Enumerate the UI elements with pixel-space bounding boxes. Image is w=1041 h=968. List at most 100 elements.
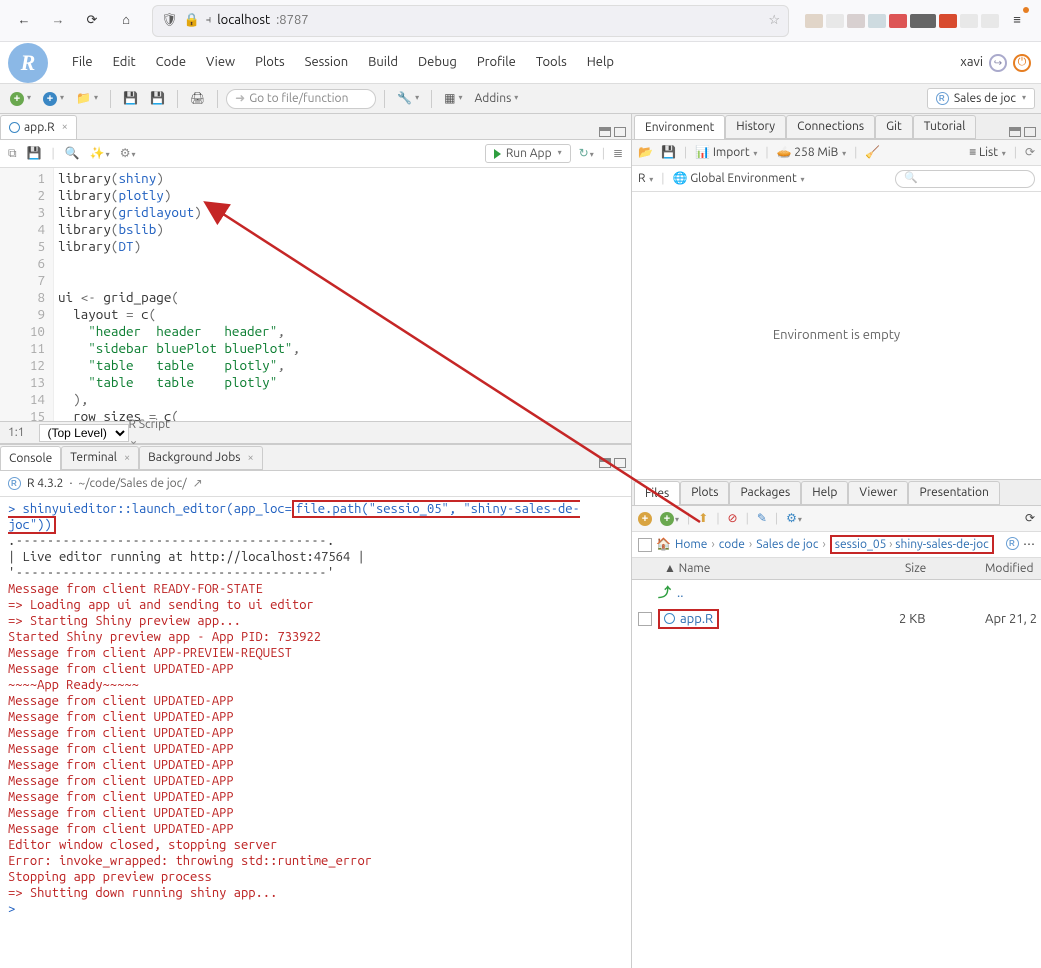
broom-icon[interactable]: 🧹	[865, 145, 880, 161]
open-recent-button[interactable]: 📁▾	[72, 90, 102, 108]
tab-packages[interactable]: Packages	[729, 481, 801, 505]
reload-source-icon[interactable]: ↻▾	[579, 146, 594, 162]
maximize-icon[interactable]	[614, 127, 626, 137]
new-file-button[interactable]: +▾	[6, 91, 35, 107]
console-output[interactable]: > shinyuieditor::launch_editor(app_loc=f…	[0, 497, 631, 968]
env-search-input[interactable]: 🔍	[895, 170, 1035, 188]
popout-icon[interactable]: ⧉	[8, 146, 17, 162]
gear-icon[interactable]: ⚙▾	[120, 146, 136, 162]
load-icon[interactable]: 📂	[638, 145, 653, 161]
parent-dir-row[interactable]: ⤴ ..	[632, 580, 1041, 606]
crumb-code[interactable]: code	[719, 537, 745, 553]
env-toolbar: 📂 💾 | 📊 Import ▾ | 🥧 258 MiB ▾ | 🧹 ≡ Lis…	[632, 140, 1041, 166]
minimize-icon[interactable]	[599, 127, 611, 137]
bookmark-star-icon[interactable]: ☆	[768, 12, 780, 29]
r-file-icon	[664, 613, 675, 624]
save-icon[interactable]: 💾	[119, 90, 142, 108]
tab-history[interactable]: History	[725, 115, 786, 139]
file-checkbox[interactable]	[638, 612, 652, 626]
view-mode[interactable]: ≡ List ▾	[969, 145, 1005, 161]
home-icon[interactable]: ⌂	[110, 5, 142, 37]
menu-edit[interactable]: Edit	[103, 50, 146, 75]
memory-indicator[interactable]: 🥧 258 MiB ▾	[777, 145, 847, 161]
menu-view[interactable]: View	[196, 50, 245, 75]
save-source-icon[interactable]: 💾	[27, 146, 42, 162]
menu-tools[interactable]: Tools	[526, 50, 577, 75]
menu-file[interactable]: File	[62, 50, 103, 75]
tab-background-jobs[interactable]: Background Jobs ×	[139, 446, 263, 470]
console-pane: ConsoleTerminal ×Background Jobs × R 4.3…	[0, 444, 631, 968]
project-menu[interactable]: Sales de joc ▾	[927, 88, 1035, 110]
wand-icon[interactable]: ✨▾	[90, 146, 110, 162]
rename-icon[interactable]: ✎	[757, 511, 767, 527]
print-icon[interactable]: 🖨	[186, 90, 209, 108]
code-editor[interactable]: 1234567891011121314151617 library(shiny)…	[0, 168, 631, 421]
select-all-checkbox[interactable]	[638, 538, 652, 552]
r-scope[interactable]: R ▾	[638, 171, 653, 187]
crumb-sessio[interactable]: sessio_05	[835, 538, 887, 551]
power-icon[interactable]: ⏻	[1013, 54, 1031, 72]
r-proj-icon[interactable]	[1006, 537, 1019, 550]
home-crumb-icon[interactable]: 🏠	[656, 537, 671, 553]
save-all-icon[interactable]: 💾	[146, 90, 169, 108]
menu-session[interactable]: Session	[295, 50, 358, 75]
tab-tutorial[interactable]: Tutorial	[913, 115, 977, 139]
more-icon[interactable]: ⚙▾	[786, 511, 802, 527]
sign-out-icon[interactable]: ↪	[989, 54, 1007, 72]
find-icon[interactable]: 🔍	[65, 146, 80, 162]
close-icon[interactable]: ×	[62, 120, 68, 134]
tab-environment[interactable]: Environment	[634, 115, 725, 139]
tab-console[interactable]: Console	[0, 446, 61, 470]
goto-input[interactable]: ➜Go to file/function	[226, 89, 376, 109]
tab-help[interactable]: Help	[801, 481, 848, 505]
tab-terminal[interactable]: Terminal ×	[61, 446, 139, 470]
new-folder-icon[interactable]: +	[638, 511, 652, 527]
new-file-icon[interactable]: +▾	[660, 511, 679, 527]
tab-app-r[interactable]: app.R ×	[0, 115, 77, 139]
env-scope[interactable]: 🌐 Global Environment ▾	[673, 171, 805, 187]
more-path-icon[interactable]: ⋯	[1023, 537, 1035, 553]
crumb-home[interactable]: Home	[675, 537, 707, 553]
maximize-icon[interactable]	[614, 458, 626, 468]
minimize-icon[interactable]	[599, 458, 611, 468]
import-button[interactable]: 📊 Import ▾	[695, 145, 757, 161]
reload-icon[interactable]: ⟳	[76, 5, 108, 37]
tab-git[interactable]: Git	[875, 115, 913, 139]
file-list: ⤴ .. app.R 2 KB Apr 21, 2	[632, 580, 1041, 632]
user-name: xavi	[960, 54, 983, 71]
menu-code[interactable]: Code	[146, 50, 196, 75]
tab-viewer[interactable]: Viewer	[848, 481, 908, 505]
crumb-sales[interactable]: Sales de joc	[756, 537, 818, 553]
back-icon[interactable]: ←	[8, 5, 40, 37]
highlighted-crumbs: sessio_05 › shiny-sales-de-joc	[830, 535, 994, 555]
code-area[interactable]: library(shiny)library(plotly)library(gri…	[54, 168, 631, 421]
file-modified: Apr 21, 2	[985, 611, 1041, 628]
menu-help[interactable]: Help	[577, 50, 624, 75]
tab-files[interactable]: Files	[634, 481, 680, 505]
menu-plots[interactable]: Plots	[245, 50, 295, 75]
crumb-shiny[interactable]: shiny-sales-de-joc	[895, 538, 988, 551]
addins-button[interactable]: Addins ▾	[470, 90, 522, 108]
tab-plots[interactable]: Plots	[680, 481, 729, 505]
menu-debug[interactable]: Debug	[408, 50, 467, 75]
upload-icon[interactable]: ⬆	[698, 511, 708, 527]
lang-indicator: R Script	[129, 417, 624, 433]
save-env-icon[interactable]: 💾	[661, 145, 676, 161]
file-row[interactable]: app.R 2 KB Apr 21, 2	[632, 606, 1041, 632]
tools-icon[interactable]: 🔧▾	[393, 90, 423, 108]
tab-presentation[interactable]: Presentation	[908, 481, 999, 505]
refresh-icon[interactable]: ⟳	[1025, 145, 1035, 161]
refresh-files-icon[interactable]: ⟳	[1025, 511, 1035, 527]
new-project-button[interactable]: +▾	[39, 91, 68, 107]
grid-icon[interactable]: ▦▾	[440, 90, 466, 108]
run-app-button[interactable]: Run App ▾	[485, 144, 571, 164]
tab-connections[interactable]: Connections	[786, 115, 875, 139]
outline-icon[interactable]: ≣	[613, 146, 623, 162]
menu-icon[interactable]: ≡	[1001, 5, 1033, 37]
menu-profile[interactable]: Profile	[467, 50, 526, 75]
menu-build[interactable]: Build	[358, 50, 408, 75]
wd-popup-icon[interactable]: ↗	[193, 476, 203, 492]
url-bar[interactable]: 🛡 🔒 ⫞ localhost:8787 ☆	[152, 5, 789, 37]
scope-select[interactable]: (Top Level)	[39, 424, 129, 442]
delete-icon[interactable]: ⊘	[728, 511, 738, 527]
